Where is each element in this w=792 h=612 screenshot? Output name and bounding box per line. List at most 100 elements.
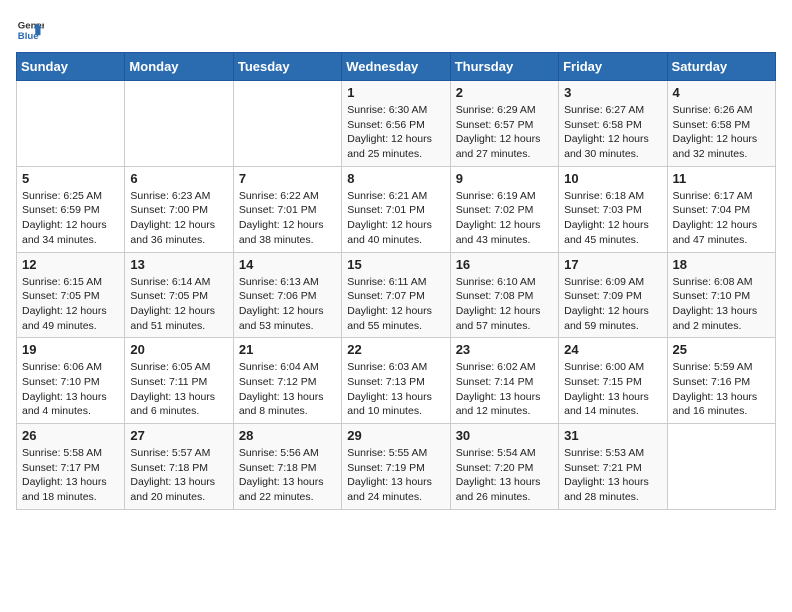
cell-sunrise: Sunrise: 6:03 AMSunset: 7:13 PMDaylight:… (347, 361, 432, 417)
cell-sunrise: Sunrise: 6:08 AMSunset: 7:10 PMDaylight:… (673, 276, 758, 332)
day-cell: 2 Sunrise: 6:29 AMSunset: 6:57 PMDayligh… (450, 81, 558, 167)
day-number: 17 (564, 257, 661, 272)
cell-sunrise: Sunrise: 6:21 AMSunset: 7:01 PMDaylight:… (347, 190, 432, 246)
day-number: 23 (456, 342, 553, 357)
day-number: 18 (673, 257, 770, 272)
day-cell: 20 Sunrise: 6:05 AMSunset: 7:11 PMDaylig… (125, 338, 233, 424)
day-cell: 29 Sunrise: 5:55 AMSunset: 7:19 PMDaylig… (342, 424, 450, 510)
day-cell: 25 Sunrise: 5:59 AMSunset: 7:16 PMDaylig… (667, 338, 775, 424)
cell-sunrise: Sunrise: 6:29 AMSunset: 6:57 PMDaylight:… (456, 104, 541, 160)
day-cell (125, 81, 233, 167)
cell-sunrise: Sunrise: 6:25 AMSunset: 6:59 PMDaylight:… (22, 190, 107, 246)
day-cell (17, 81, 125, 167)
cell-sunrise: Sunrise: 6:17 AMSunset: 7:04 PMDaylight:… (673, 190, 758, 246)
day-number: 19 (22, 342, 119, 357)
day-number: 2 (456, 85, 553, 100)
cell-sunrise: Sunrise: 5:57 AMSunset: 7:18 PMDaylight:… (130, 447, 215, 503)
cell-sunrise: Sunrise: 5:56 AMSunset: 7:18 PMDaylight:… (239, 447, 324, 503)
day-cell: 30 Sunrise: 5:54 AMSunset: 7:20 PMDaylig… (450, 424, 558, 510)
cell-sunrise: Sunrise: 5:53 AMSunset: 7:21 PMDaylight:… (564, 447, 649, 503)
day-cell: 6 Sunrise: 6:23 AMSunset: 7:00 PMDayligh… (125, 166, 233, 252)
cell-sunrise: Sunrise: 6:27 AMSunset: 6:58 PMDaylight:… (564, 104, 649, 160)
day-number: 8 (347, 171, 444, 186)
cell-sunrise: Sunrise: 6:19 AMSunset: 7:02 PMDaylight:… (456, 190, 541, 246)
cell-sunrise: Sunrise: 6:15 AMSunset: 7:05 PMDaylight:… (22, 276, 107, 332)
day-number: 9 (456, 171, 553, 186)
day-cell: 13 Sunrise: 6:14 AMSunset: 7:05 PMDaylig… (125, 252, 233, 338)
day-number: 16 (456, 257, 553, 272)
day-number: 15 (347, 257, 444, 272)
day-number: 24 (564, 342, 661, 357)
day-cell: 7 Sunrise: 6:22 AMSunset: 7:01 PMDayligh… (233, 166, 341, 252)
cell-sunrise: Sunrise: 6:22 AMSunset: 7:01 PMDaylight:… (239, 190, 324, 246)
day-number: 29 (347, 428, 444, 443)
day-number: 6 (130, 171, 227, 186)
day-number: 10 (564, 171, 661, 186)
day-number: 30 (456, 428, 553, 443)
week-row-1: 1 Sunrise: 6:30 AMSunset: 6:56 PMDayligh… (17, 81, 776, 167)
day-cell: 19 Sunrise: 6:06 AMSunset: 7:10 PMDaylig… (17, 338, 125, 424)
day-number: 12 (22, 257, 119, 272)
day-cell: 5 Sunrise: 6:25 AMSunset: 6:59 PMDayligh… (17, 166, 125, 252)
day-cell: 9 Sunrise: 6:19 AMSunset: 7:02 PMDayligh… (450, 166, 558, 252)
day-cell (233, 81, 341, 167)
day-cell: 15 Sunrise: 6:11 AMSunset: 7:07 PMDaylig… (342, 252, 450, 338)
cell-sunrise: Sunrise: 5:59 AMSunset: 7:16 PMDaylight:… (673, 361, 758, 417)
cell-sunrise: Sunrise: 6:18 AMSunset: 7:03 PMDaylight:… (564, 190, 649, 246)
day-cell: 16 Sunrise: 6:10 AMSunset: 7:08 PMDaylig… (450, 252, 558, 338)
calendar-table: SundayMondayTuesdayWednesdayThursdayFrid… (16, 52, 776, 510)
day-number: 31 (564, 428, 661, 443)
weekday-header-friday: Friday (559, 53, 667, 81)
week-row-4: 19 Sunrise: 6:06 AMSunset: 7:10 PMDaylig… (17, 338, 776, 424)
cell-sunrise: Sunrise: 6:23 AMSunset: 7:00 PMDaylight:… (130, 190, 215, 246)
day-cell (667, 424, 775, 510)
day-number: 26 (22, 428, 119, 443)
weekday-header-sunday: Sunday (17, 53, 125, 81)
day-cell: 14 Sunrise: 6:13 AMSunset: 7:06 PMDaylig… (233, 252, 341, 338)
day-number: 5 (22, 171, 119, 186)
logo: General Blue (16, 16, 48, 44)
cell-sunrise: Sunrise: 5:58 AMSunset: 7:17 PMDaylight:… (22, 447, 107, 503)
day-cell: 11 Sunrise: 6:17 AMSunset: 7:04 PMDaylig… (667, 166, 775, 252)
weekday-header-wednesday: Wednesday (342, 53, 450, 81)
day-cell: 12 Sunrise: 6:15 AMSunset: 7:05 PMDaylig… (17, 252, 125, 338)
weekday-header-saturday: Saturday (667, 53, 775, 81)
logo-icon: General Blue (16, 16, 44, 44)
day-number: 3 (564, 85, 661, 100)
day-number: 20 (130, 342, 227, 357)
day-number: 27 (130, 428, 227, 443)
day-number: 7 (239, 171, 336, 186)
day-cell: 31 Sunrise: 5:53 AMSunset: 7:21 PMDaylig… (559, 424, 667, 510)
day-number: 22 (347, 342, 444, 357)
cell-sunrise: Sunrise: 6:06 AMSunset: 7:10 PMDaylight:… (22, 361, 107, 417)
day-cell: 10 Sunrise: 6:18 AMSunset: 7:03 PMDaylig… (559, 166, 667, 252)
cell-sunrise: Sunrise: 5:55 AMSunset: 7:19 PMDaylight:… (347, 447, 432, 503)
cell-sunrise: Sunrise: 6:14 AMSunset: 7:05 PMDaylight:… (130, 276, 215, 332)
day-number: 13 (130, 257, 227, 272)
day-cell: 27 Sunrise: 5:57 AMSunset: 7:18 PMDaylig… (125, 424, 233, 510)
day-cell: 22 Sunrise: 6:03 AMSunset: 7:13 PMDaylig… (342, 338, 450, 424)
weekday-header-monday: Monday (125, 53, 233, 81)
day-cell: 3 Sunrise: 6:27 AMSunset: 6:58 PMDayligh… (559, 81, 667, 167)
day-number: 21 (239, 342, 336, 357)
day-cell: 4 Sunrise: 6:26 AMSunset: 6:58 PMDayligh… (667, 81, 775, 167)
day-cell: 8 Sunrise: 6:21 AMSunset: 7:01 PMDayligh… (342, 166, 450, 252)
cell-sunrise: Sunrise: 6:30 AMSunset: 6:56 PMDaylight:… (347, 104, 432, 160)
cell-sunrise: Sunrise: 6:04 AMSunset: 7:12 PMDaylight:… (239, 361, 324, 417)
day-number: 14 (239, 257, 336, 272)
week-row-2: 5 Sunrise: 6:25 AMSunset: 6:59 PMDayligh… (17, 166, 776, 252)
day-cell: 26 Sunrise: 5:58 AMSunset: 7:17 PMDaylig… (17, 424, 125, 510)
cell-sunrise: Sunrise: 6:10 AMSunset: 7:08 PMDaylight:… (456, 276, 541, 332)
day-number: 25 (673, 342, 770, 357)
day-cell: 21 Sunrise: 6:04 AMSunset: 7:12 PMDaylig… (233, 338, 341, 424)
day-number: 4 (673, 85, 770, 100)
day-cell: 1 Sunrise: 6:30 AMSunset: 6:56 PMDayligh… (342, 81, 450, 167)
cell-sunrise: Sunrise: 6:00 AMSunset: 7:15 PMDaylight:… (564, 361, 649, 417)
day-cell: 18 Sunrise: 6:08 AMSunset: 7:10 PMDaylig… (667, 252, 775, 338)
weekday-header-thursday: Thursday (450, 53, 558, 81)
day-number: 28 (239, 428, 336, 443)
day-cell: 17 Sunrise: 6:09 AMSunset: 7:09 PMDaylig… (559, 252, 667, 338)
day-number: 1 (347, 85, 444, 100)
day-cell: 23 Sunrise: 6:02 AMSunset: 7:14 PMDaylig… (450, 338, 558, 424)
cell-sunrise: Sunrise: 6:02 AMSunset: 7:14 PMDaylight:… (456, 361, 541, 417)
